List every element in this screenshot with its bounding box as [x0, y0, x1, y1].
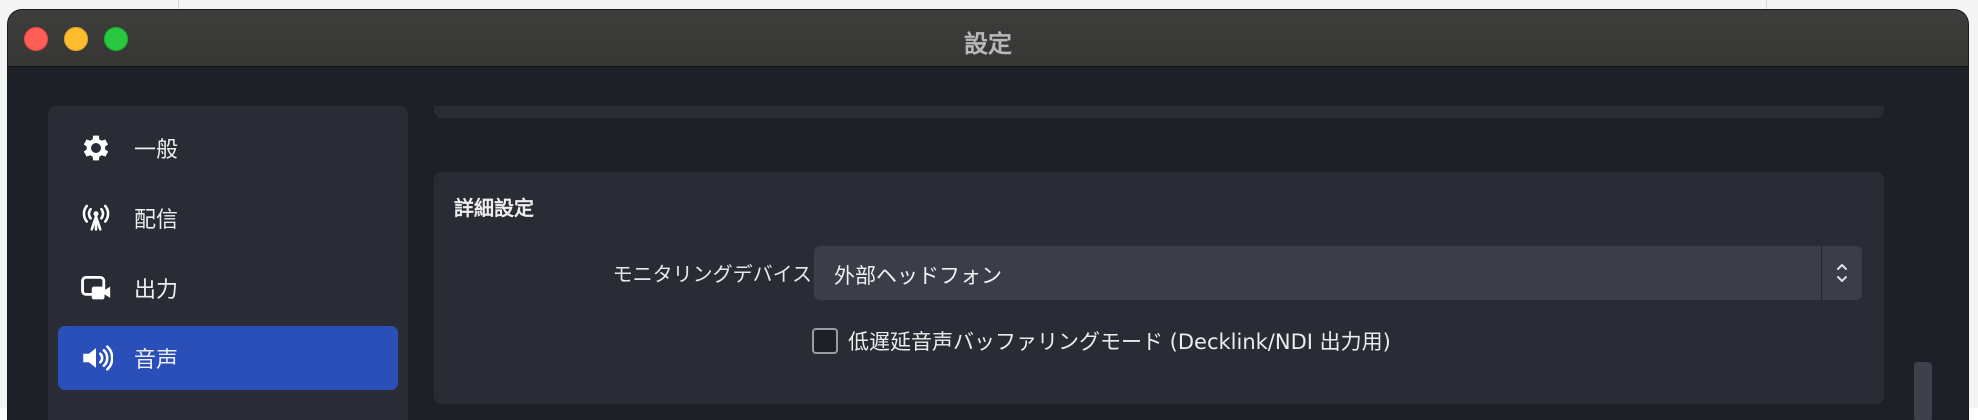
monitoring-device-select[interactable]: 外部ヘッドフォン [814, 246, 1862, 300]
sidebar-item-label: 音声 [134, 348, 179, 373]
sidebar-item-stream[interactable]: 配信 [58, 186, 398, 250]
window-title: 設定 [964, 30, 1012, 58]
monitoring-device-value: 外部ヘッドフォン [834, 264, 1002, 288]
gear-icon [78, 130, 114, 166]
low-latency-label[interactable]: 低遅延音声バッファリングモード (Decklink/NDI 出力用) [848, 326, 1391, 356]
panel-title: 詳細設定 [454, 196, 534, 220]
sidebar-item-output[interactable]: 出力 [58, 256, 398, 320]
sidebar-item-label: 出力 [134, 278, 179, 303]
low-latency-option[interactable]: 低遅延音声バッファリングモード (Decklink/NDI 出力用) [812, 326, 1391, 356]
broadcast-antenna-icon [78, 200, 114, 236]
sidebar-item-general[interactable]: 一般 [58, 116, 398, 180]
title-bar[interactable]: 設定 [8, 10, 1968, 67]
low-latency-checkbox[interactable] [812, 328, 838, 354]
speaker-icon [78, 340, 114, 376]
monitoring-device-label: モニタリングデバイス [612, 262, 812, 286]
advanced-settings-panel: 詳細設定 モニタリングデバイス 外部ヘッドフォン 低遅延音声バッファリングモード… [434, 172, 1884, 404]
sidebar-item-label: 配信 [134, 208, 179, 233]
chevron-up-down-icon [1822, 246, 1862, 300]
sidebar-item-audio[interactable]: 音声 [58, 326, 398, 390]
previous-settings-panel [434, 106, 1884, 118]
output-camera-icon [78, 270, 114, 306]
sidebar-item-label: 一般 [134, 138, 179, 163]
settings-window: 設定 一般 配信 出力 音声 詳細設定 モニタリングデバイス 外部ヘッドフォン … [8, 10, 1968, 420]
settings-sidebar: 一般 配信 出力 音声 [48, 106, 408, 420]
scrollbar-thumb[interactable] [1914, 362, 1932, 420]
